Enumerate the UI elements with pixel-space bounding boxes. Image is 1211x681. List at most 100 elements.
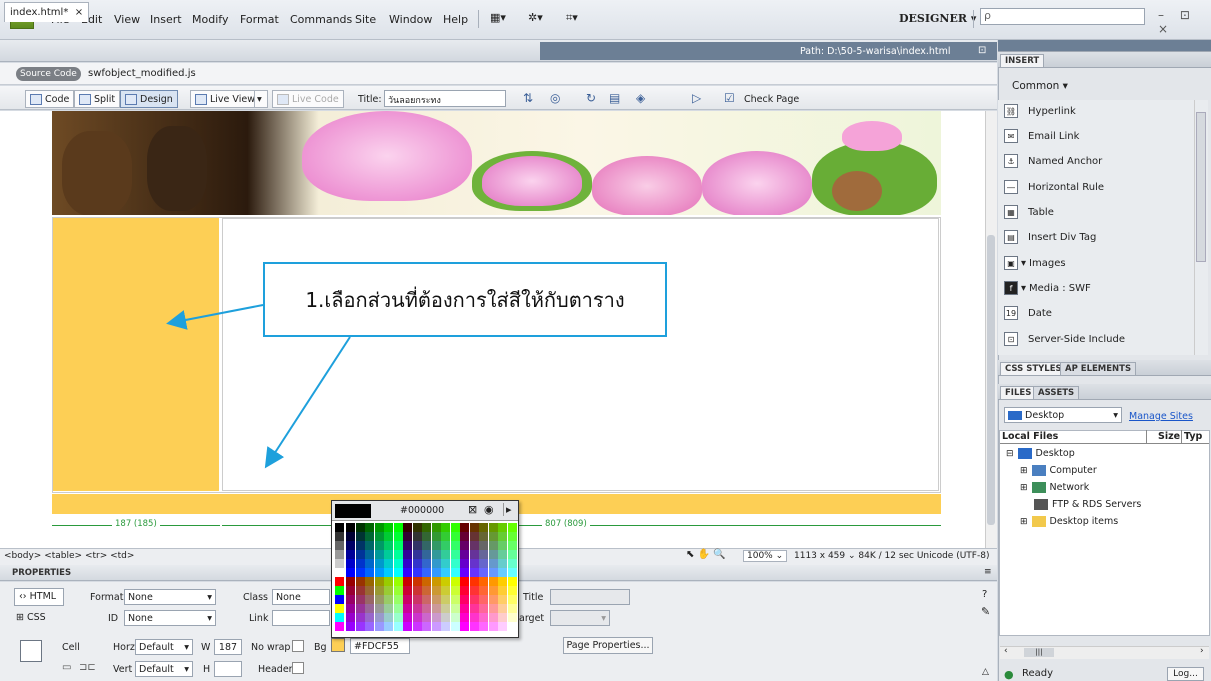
link-input[interactable] <box>272 610 330 626</box>
color-swatch[interactable] <box>441 604 450 613</box>
color-swatch[interactable] <box>479 568 488 577</box>
color-swatch[interactable] <box>374 577 384 586</box>
color-swatch[interactable] <box>498 613 507 622</box>
color-swatch[interactable] <box>374 613 384 622</box>
color-swatch[interactable] <box>498 622 507 631</box>
color-swatch[interactable] <box>374 622 384 631</box>
color-swatch[interactable] <box>346 559 355 568</box>
insert-horizontal-rule[interactable]: ― Horizontal Rule <box>1004 180 1104 194</box>
color-swatch[interactable] <box>431 523 441 532</box>
color-swatch[interactable] <box>460 622 469 631</box>
color-swatch[interactable] <box>479 604 488 613</box>
color-swatch[interactable] <box>460 532 469 541</box>
color-swatch[interactable] <box>498 532 507 541</box>
color-swatch[interactable] <box>507 559 517 568</box>
color-swatch[interactable] <box>469 604 479 613</box>
color-swatch[interactable] <box>450 568 460 577</box>
color-swatch[interactable] <box>469 622 479 631</box>
color-swatch[interactable] <box>346 550 355 559</box>
color-swatch[interactable] <box>450 541 460 550</box>
color-swatch[interactable] <box>488 586 498 595</box>
size-col[interactable]: Size <box>1158 431 1180 442</box>
vert-align-select[interactable]: Default ▾ <box>135 661 193 677</box>
color-swatch[interactable] <box>374 586 384 595</box>
color-swatch[interactable] <box>335 532 344 541</box>
color-swatch[interactable] <box>365 550 374 559</box>
color-swatch[interactable] <box>374 559 384 568</box>
tab-ap-elements[interactable]: AP ELEMENTS <box>1060 362 1137 376</box>
color-swatch[interactable] <box>393 532 403 541</box>
color-swatch[interactable] <box>498 595 507 604</box>
color-swatch[interactable] <box>403 550 412 559</box>
color-swatch[interactable] <box>507 595 517 604</box>
color-swatch[interactable] <box>450 595 460 604</box>
color-swatch[interactable] <box>469 559 479 568</box>
color-swatch[interactable] <box>374 604 384 613</box>
color-swatch[interactable] <box>346 568 355 577</box>
log-button[interactable]: Log... <box>1167 667 1204 681</box>
color-swatch[interactable] <box>498 541 507 550</box>
color-swatch[interactable] <box>384 523 393 532</box>
color-swatch[interactable] <box>441 577 450 586</box>
color-swatch[interactable] <box>365 541 374 550</box>
color-swatch[interactable] <box>507 568 517 577</box>
color-swatch[interactable] <box>412 550 422 559</box>
color-swatch[interactable] <box>441 586 450 595</box>
color-swatch[interactable] <box>335 622 344 631</box>
panel-menu-icon[interactable]: ≡ <box>984 567 992 577</box>
color-swatch[interactable] <box>335 541 344 550</box>
color-swatch[interactable] <box>412 595 422 604</box>
color-swatch[interactable] <box>431 595 441 604</box>
color-swatch[interactable] <box>365 613 374 622</box>
color-swatch[interactable] <box>498 523 507 532</box>
color-swatch[interactable] <box>507 541 517 550</box>
color-swatch[interactable] <box>488 532 498 541</box>
color-swatch[interactable] <box>335 613 344 622</box>
select-tool-icon[interactable]: ⬉ ✋ 🔍 <box>686 549 726 560</box>
color-swatch[interactable] <box>403 532 412 541</box>
color-swatch[interactable] <box>479 550 488 559</box>
color-swatch[interactable] <box>507 613 517 622</box>
tag-selector[interactable]: <body> <table> <tr> <td> <box>4 551 134 561</box>
tree-item-ftp-rds[interactable]: FTP & RDS Servers <box>1034 499 1141 510</box>
width-input[interactable]: 187 <box>214 639 242 655</box>
color-swatch[interactable] <box>412 541 422 550</box>
color-swatch[interactable] <box>365 532 374 541</box>
color-swatch[interactable] <box>384 532 393 541</box>
picker-menu-arrow[interactable]: ▸ <box>503 503 512 516</box>
panel-collapse-bar[interactable] <box>998 40 1211 52</box>
color-swatch[interactable] <box>479 532 488 541</box>
color-swatch[interactable] <box>365 523 374 532</box>
color-swatch[interactable] <box>460 523 469 532</box>
insert-server-side-include[interactable]: ⊡ Server-Side Include <box>1004 332 1125 346</box>
color-swatch[interactable] <box>507 622 517 631</box>
color-swatch[interactable] <box>355 541 365 550</box>
color-swatch[interactable] <box>374 541 384 550</box>
manage-sites-link[interactable]: Manage Sites <box>1129 411 1193 422</box>
expand-icon[interactable]: ⊞ <box>1020 466 1028 476</box>
color-swatch[interactable] <box>422 541 431 550</box>
color-swatch[interactable] <box>422 532 431 541</box>
color-swatch[interactable] <box>412 604 422 613</box>
color-swatch[interactable] <box>384 622 393 631</box>
color-swatch[interactable] <box>450 604 460 613</box>
color-swatch[interactable] <box>346 577 355 586</box>
nowrap-checkbox[interactable] <box>292 640 304 652</box>
color-swatch[interactable] <box>498 550 507 559</box>
insert-named-anchor[interactable]: ⚓ Named Anchor <box>1004 154 1102 168</box>
color-swatch[interactable] <box>498 577 507 586</box>
color-swatch[interactable] <box>498 586 507 595</box>
color-swatch[interactable] <box>374 523 384 532</box>
color-swatch[interactable] <box>431 532 441 541</box>
color-swatch[interactable] <box>412 622 422 631</box>
color-swatch[interactable] <box>469 577 479 586</box>
id-select[interactable]: None ▾ <box>124 610 216 626</box>
color-swatch[interactable] <box>469 541 479 550</box>
merge-cells-icon[interactable]: ▭ <box>62 662 71 673</box>
horz-align-select[interactable]: Default ▾ <box>135 639 193 655</box>
color-swatch[interactable] <box>488 568 498 577</box>
color-swatch[interactable] <box>441 523 450 532</box>
color-swatch[interactable] <box>422 523 431 532</box>
color-swatch[interactable] <box>488 604 498 613</box>
title-prop-input[interactable] <box>550 589 630 605</box>
